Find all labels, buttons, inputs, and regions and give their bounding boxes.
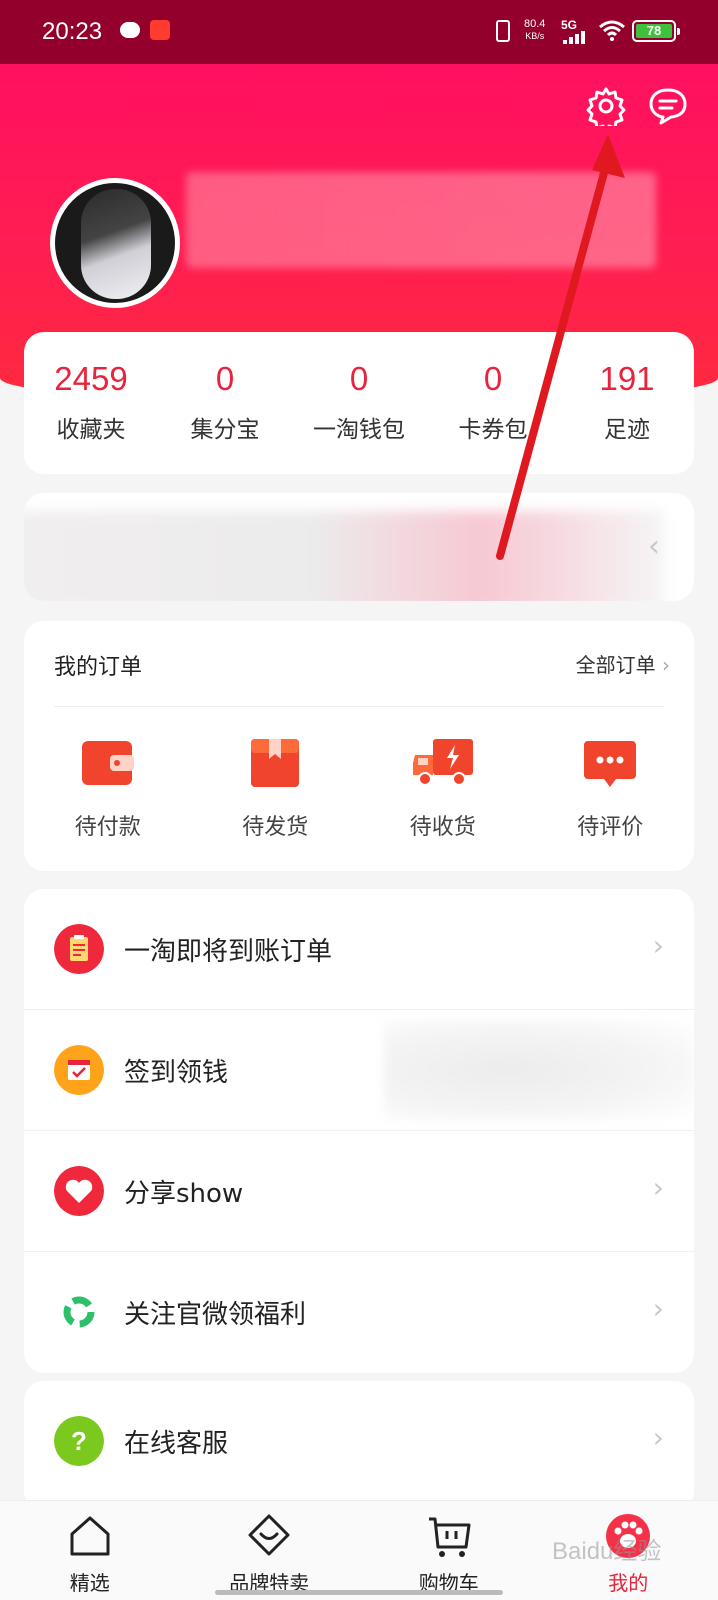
stat-label: 卡券包: [458, 417, 528, 443]
stat-value: 2459: [54, 360, 128, 397]
stat-value: 0: [349, 360, 369, 397]
stats-card: 2459 收藏夹 0 集分宝 0 一淘钱包 0 卡券包 191 足迹: [24, 332, 694, 474]
battery-indicator: 78: [632, 20, 680, 42]
network-speed-value: 80.4: [524, 18, 546, 30]
menu-card: 一淘即将到账订单 › 签到领钱 分享show › 关注官微领福利 ›: [24, 889, 694, 1373]
stat-value: 191: [599, 360, 655, 397]
menu-label: 在线客服: [124, 1429, 229, 1459]
avatar[interactable]: [50, 178, 180, 308]
calendar-check-icon: [54, 1045, 104, 1095]
truck-icon: [412, 739, 473, 786]
status-time: 20:23: [42, 18, 103, 45]
menu-item-checkin[interactable]: 签到领钱: [24, 1010, 694, 1131]
stat-label: 一淘钱包: [313, 417, 405, 443]
heart-icon: [54, 1166, 104, 1216]
tab-label: 精选: [69, 1571, 110, 1595]
vibrate-icon: [496, 20, 510, 42]
network-speed-unit: KB/s: [525, 31, 545, 41]
menu-label: 分享show: [124, 1179, 244, 1209]
network-speed: 80.4 KB/s: [524, 18, 545, 42]
support-card: ? 在线客服 ›: [24, 1381, 694, 1511]
chevron-right-icon: ›: [652, 1292, 664, 1325]
order-label: 待发货: [242, 815, 309, 840]
stat-value: 0: [215, 360, 235, 397]
menu-item-online-support[interactable]: ? 在线客服 ›: [24, 1381, 694, 1502]
signal-icon: [563, 30, 589, 44]
comment-icon: [584, 741, 637, 787]
stat-label: 集分宝: [190, 417, 260, 443]
order-label: 待评价: [577, 815, 644, 840]
chevron-right-icon: ›: [652, 929, 664, 962]
orders-title: 我的订单: [54, 655, 143, 680]
clipboard-icon: [54, 924, 104, 974]
svg-text:?: ?: [71, 1426, 87, 1456]
question-icon: ?: [54, 1416, 104, 1466]
chevron-left-icon[interactable]: ‹: [648, 529, 660, 564]
all-orders-label: 全部订单: [575, 653, 656, 677]
stat-label: 收藏夹: [56, 417, 126, 443]
stat-wallet[interactable]: 0 一淘钱包: [292, 332, 426, 474]
stat-label: 足迹: [604, 417, 650, 443]
order-label: 待付款: [74, 815, 141, 840]
order-label: 待收货: [409, 815, 476, 840]
menu-label: 签到领钱: [124, 1058, 229, 1088]
home-indicator[interactable]: [215, 1590, 503, 1595]
chevron-right-icon: ›: [652, 1421, 664, 1454]
blurred-content: [384, 1020, 694, 1120]
tab-featured[interactable]: 精选: [0, 1501, 180, 1600]
stat-favorites[interactable]: 2459 收藏夹: [24, 332, 158, 474]
menu-item-follow-official[interactable]: 关注官微领福利 ›: [24, 1252, 694, 1373]
promo-banner[interactable]: ‹: [24, 493, 694, 601]
wifi-icon: [599, 20, 625, 41]
avatar-photo: [81, 189, 151, 299]
chevron-right-icon: ›: [652, 1171, 664, 1204]
cart-icon: [428, 1517, 471, 1557]
order-pending-review[interactable]: 待评价: [527, 721, 695, 841]
wallet-icon: [81, 741, 134, 785]
chat-bubble-icon[interactable]: [648, 86, 688, 126]
menu-label: 一淘即将到账订单: [124, 937, 333, 967]
menu-label: 关注官微领福利: [124, 1300, 307, 1330]
order-pending-receipt[interactable]: 待收货: [359, 721, 527, 841]
tab-label: 我的: [608, 1571, 649, 1595]
package-icon: [251, 739, 300, 787]
recycle-icon: [63, 1296, 95, 1328]
watermark: Baidu经验: [552, 1538, 662, 1565]
stat-coupons[interactable]: 0 卡券包: [426, 332, 560, 474]
gear-icon[interactable]: [586, 86, 626, 126]
order-pending-payment[interactable]: 待付款: [24, 721, 192, 841]
battery-level: 78: [636, 24, 672, 38]
orders-card: 我的订单 全部订单 › 待付款 待发货 待收货 待评价: [24, 621, 694, 871]
menu-item-share[interactable]: 分享show ›: [24, 1131, 694, 1252]
stat-footprints[interactable]: 191 足迹: [560, 332, 694, 474]
status-bar: 20:23 80.4 KB/s 5G 78: [0, 0, 718, 64]
all-orders-link[interactable]: 全部订单 ›: [576, 649, 670, 678]
tab-cart[interactable]: 购物车: [359, 1501, 539, 1600]
notification-app-icon: [150, 20, 170, 40]
notification-chat-icon: [120, 22, 140, 38]
home-icon: [70, 1516, 110, 1556]
menu-item-pending-orders[interactable]: 一淘即将到账订单 ›: [24, 889, 694, 1010]
divider: [54, 706, 664, 707]
heart-badge-icon: [248, 1514, 290, 1556]
stat-points[interactable]: 0 集分宝: [158, 332, 292, 474]
stat-value: 0: [483, 360, 503, 397]
banner-blurred-content: [24, 511, 664, 601]
order-pending-shipment[interactable]: 待发货: [192, 721, 360, 841]
username-blurred: [186, 172, 656, 268]
chevron-right-icon: ›: [662, 653, 670, 677]
tab-brand-sale[interactable]: 品牌特卖: [180, 1501, 360, 1600]
